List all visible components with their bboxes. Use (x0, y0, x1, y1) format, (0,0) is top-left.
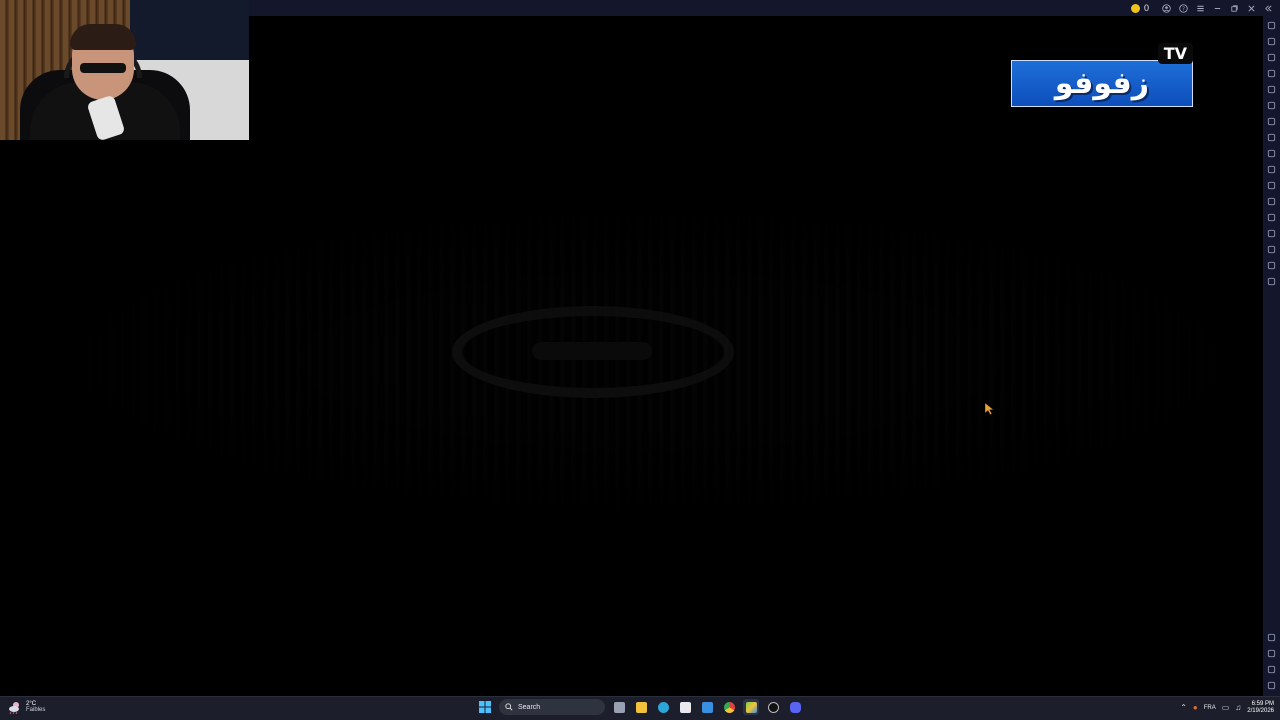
volume-icon[interactable] (1266, 36, 1277, 47)
taskbar-search[interactable]: Search (499, 699, 605, 715)
store-icon[interactable] (677, 699, 693, 715)
watermark-tv-badge: TV (1157, 43, 1193, 64)
display-icon[interactable]: ▭ (1222, 704, 1230, 712)
edge-icon[interactable] (655, 699, 671, 715)
install-apk-icon[interactable] (1266, 68, 1277, 79)
multi-instance-icon[interactable] (1266, 212, 1277, 223)
channel-watermark-logo: زفوفو TV (1011, 43, 1193, 107)
gamepad-icon[interactable] (1266, 116, 1277, 127)
weather-description: Faibles (26, 707, 46, 713)
system-tray: ⌃ ● FRA ▭ ♫ 6:59 PM 2/19/2026 (1180, 699, 1274, 717)
screenshot-icon[interactable] (1266, 148, 1277, 159)
close-icon[interactable] (1246, 3, 1257, 14)
svg-text:?: ? (1182, 6, 1185, 12)
chrome-icon[interactable] (721, 699, 737, 715)
keyboard-icon[interactable] (1266, 132, 1277, 143)
recent-apps-icon[interactable] (1266, 680, 1277, 691)
taskbar-center: Search (477, 699, 803, 715)
search-icon (505, 703, 513, 711)
microphone-icon[interactable]: ● (1193, 704, 1198, 712)
webcam-overlay (0, 0, 249, 140)
restore-icon[interactable] (1229, 3, 1240, 14)
media-folder-icon[interactable] (1266, 180, 1277, 191)
account-icon[interactable] (1161, 3, 1172, 14)
clock-date: 2/19/2026 (1247, 708, 1274, 714)
back-icon[interactable] (1266, 648, 1277, 659)
weather-icon (9, 702, 19, 714)
language-indicator[interactable]: FRA (1204, 705, 1216, 711)
settings-icon[interactable] (1266, 632, 1277, 643)
search-label: Search (518, 703, 541, 711)
taskbar-clock[interactable]: 6:59 PM 2/19/2026 (1247, 701, 1274, 714)
discord-icon[interactable] (787, 699, 803, 715)
watermark-text: زفوفو (1054, 66, 1150, 101)
minimize-icon[interactable] (1212, 3, 1223, 14)
eco-mode-icon[interactable] (1266, 228, 1277, 239)
coin-count: 0 (1143, 3, 1149, 13)
windows-logo-icon (479, 701, 491, 713)
location-icon[interactable] (1266, 244, 1277, 255)
clock-time: 6:59 PM (1251, 701, 1274, 708)
watermark-box: زفوفو (1011, 60, 1193, 107)
emulator-titlebar: 0 ? (249, 0, 1280, 16)
home-icon[interactable] (1266, 664, 1277, 675)
fullscreen-icon[interactable] (1266, 20, 1277, 31)
macro-icon[interactable] (1266, 84, 1277, 95)
coin-icon (1130, 3, 1140, 13)
faint-loading-logo (452, 306, 734, 398)
start-button[interactable] (477, 699, 493, 715)
emulator-side-toolbar (1263, 16, 1280, 696)
mail-icon[interactable] (699, 699, 715, 715)
chevron-up-icon[interactable]: ⌃ (1180, 704, 1187, 712)
record-icon[interactable] (1266, 164, 1277, 175)
obs-icon[interactable] (765, 699, 781, 715)
windows-taskbar: 2°C Faibles Search ⌃ ● FRA ▭ ♫ 6:59 PM 2… (0, 696, 1280, 720)
sync-icon[interactable] (1266, 276, 1277, 287)
file-explorer-icon[interactable] (633, 699, 649, 715)
volume-icon[interactable]: ♫ (1235, 704, 1241, 712)
collapse-icon[interactable] (1263, 3, 1274, 14)
help-icon[interactable]: ? (1178, 3, 1189, 14)
storage-icon[interactable] (1266, 260, 1277, 271)
play-store-icon[interactable] (1266, 52, 1277, 63)
shake-icon[interactable] (1266, 196, 1277, 207)
task-view-icon[interactable] (611, 699, 627, 715)
coin-counter[interactable]: 0 (1130, 3, 1149, 13)
bluestacks-icon[interactable] (743, 699, 759, 715)
menu-icon[interactable] (1195, 3, 1206, 14)
weather-widget[interactable]: 2°C Faibles (8, 700, 45, 714)
rotate-icon[interactable] (1266, 100, 1277, 111)
